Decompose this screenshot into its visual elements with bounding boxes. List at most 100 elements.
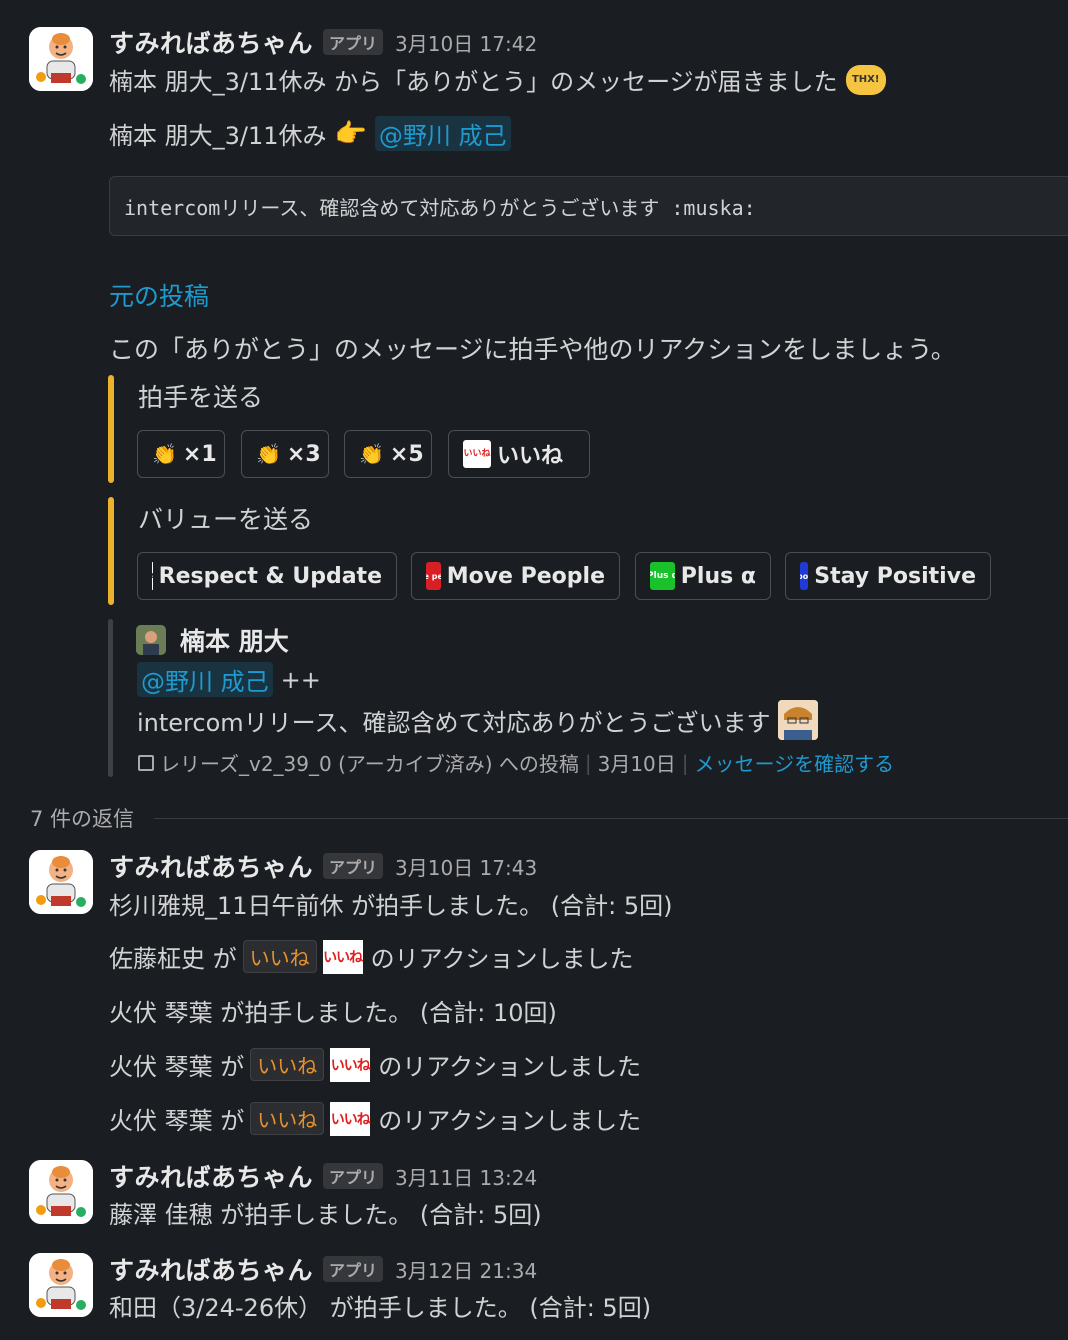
bot-avatar[interactable]: [29, 850, 93, 914]
thx-emoji-icon: THX!: [845, 64, 886, 95]
bot-avatar[interactable]: [29, 1160, 93, 1224]
iine-label: いいね: [497, 444, 564, 469]
iine-emoji-icon: いいね: [330, 1047, 371, 1082]
respect-update-emoji-icon: Respect & Update: [152, 562, 153, 590]
reply-line: 藤澤 佳穂 が拍手しました。 (合計: 5回): [109, 1195, 542, 1230]
message-timestamp[interactable]: 3月12日 21:34: [395, 1255, 537, 1284]
respect-update-button[interactable]: Respect & Update Respect & Update: [137, 552, 397, 600]
clap-x5-button[interactable]: 👏 ×5: [344, 430, 432, 478]
clap-icon: 👏: [152, 442, 177, 466]
message-timestamp[interactable]: 3月10日 17:42: [395, 28, 537, 57]
reply-text: 火伏 琴葉 が拍手しました。 (合計: 10回): [109, 999, 557, 1027]
quote-text: intercomリリース、確認含めて対応ありがとうございます: [137, 708, 771, 737]
app-badge: アプリ: [323, 1256, 384, 1282]
iine-emoji-icon: いいね: [322, 939, 363, 974]
inline-code: いいね: [242, 940, 317, 973]
inline-code: いいね: [250, 1102, 325, 1135]
reply-text: のリアクションしました: [378, 1107, 642, 1135]
footer-date[interactable]: 3月10日: [598, 748, 676, 777]
view-message-link[interactable]: メッセージを確認する: [695, 748, 895, 777]
reply-line: 和田（3/24-26休） が拍手しました。 (合計: 5回): [109, 1288, 651, 1323]
grandma-avatar-icon: [29, 27, 93, 91]
clap-x3-label: ×3: [286, 441, 321, 467]
iine-emoji-icon: いいね: [463, 440, 491, 468]
move-people-emoji-icon: move people: [426, 562, 441, 590]
clap-x1-label: ×1: [182, 441, 217, 467]
original-post-link[interactable]: 元の投稿: [109, 277, 209, 313]
muska-emoji-icon: [778, 700, 819, 740]
clap-x3-button[interactable]: 👏 ×3: [241, 430, 329, 478]
value-section-bar: [108, 497, 114, 605]
reply-text: のリアクションしました: [370, 945, 634, 973]
iine-emoji-icon: いいね: [330, 1101, 371, 1136]
quote-author-avatar[interactable]: [136, 625, 166, 655]
sender-name[interactable]: すみればあちゃん: [109, 848, 313, 884]
quote-author: 楠本 朋大: [136, 622, 289, 658]
clap-x1-button[interactable]: 👏 ×1: [137, 430, 225, 478]
sender-name[interactable]: すみればあちゃん: [109, 1158, 313, 1194]
inline-code: いいね: [250, 1048, 325, 1081]
archive-icon: [138, 754, 154, 771]
grandma-avatar-icon: [29, 850, 93, 914]
app-badge: アプリ: [323, 853, 384, 879]
value-section-title: バリューを送る: [138, 505, 314, 534]
clap-section-bar: [108, 375, 114, 483]
reaction-prompt: この「ありがとう」のメッセージに拍手や他のリアクションをしましょう。: [109, 330, 956, 366]
sender-name[interactable]: すみればあちゃん: [109, 24, 313, 60]
move-people-label: Move People: [446, 563, 605, 589]
quote-mention-line: @野川 成己 ++: [137, 662, 321, 697]
plus-alpha-label: Plus α: [680, 563, 756, 589]
sender-name[interactable]: すみればあちゃん: [109, 1251, 313, 1287]
reply-text: 火伏 琴葉 が: [109, 1053, 245, 1081]
stay-positive-label: Stay Positive: [814, 563, 976, 589]
footer-separator: |: [584, 750, 592, 775]
reply-text: 佐藤柾史 が: [109, 945, 237, 973]
quote-footer: レリーズ_v2_39_0 (アーカイブ済み) への投稿 | 3月10日 | メッ…: [138, 748, 894, 777]
reply-text: 和田（3/24-26休） が拍手しました。 (合計: 5回): [109, 1294, 652, 1322]
reply-text: 火伏 琴葉 が: [109, 1107, 245, 1135]
reply-text: 藤澤 佳穂 が拍手しました。 (合計: 5回): [109, 1201, 542, 1229]
footer-separator: |: [681, 750, 689, 775]
replies-count: 7 件の返信: [30, 807, 135, 831]
original-post-row: 元の投稿: [109, 277, 209, 313]
reply-text: 杉川雅規_11日午前休 が拍手しました。 (合計: 5回): [109, 892, 673, 920]
quote-text-line: intercomリリース、確認含めて対応ありがとうございます: [137, 700, 819, 740]
reply-text: のリアクションしました: [378, 1053, 642, 1081]
quote-bar: [108, 619, 113, 777]
bot-avatar[interactable]: [29, 27, 93, 91]
replies-divider: 7 件の返信: [30, 803, 1068, 833]
footer-channel[interactable]: レリーズ_v2_39_0 (アーカイブ済み) への投稿: [160, 748, 579, 777]
pointing-hand-icon: 👉: [334, 118, 367, 149]
message-timestamp[interactable]: 3月11日 13:24: [395, 1162, 537, 1191]
message-intro: 楠本 朋大_3/11休み から「ありがとう」のメッセージが届きました THX!: [109, 62, 886, 97]
plus-alpha-emoji-icon: Plus α: [650, 562, 675, 590]
iine-button[interactable]: いいね いいね: [448, 430, 590, 478]
reply-line: 杉川雅規_11日午前休 が拍手しました。 (合計: 5回): [109, 886, 673, 921]
reply-line: 佐藤柾史 が いいね いいね のリアクションしました: [109, 939, 633, 974]
grandma-avatar-icon: [29, 1253, 93, 1317]
stay-positive-button[interactable]: stay positive Stay Positive: [785, 552, 991, 600]
mention-link[interactable]: @野川 成己: [374, 116, 511, 151]
reaction-prompt-text: この「ありがとう」のメッセージに拍手や他のリアクションをしましょう。: [109, 335, 956, 364]
app-badge: アプリ: [323, 1163, 384, 1189]
app-badge: アプリ: [323, 29, 384, 55]
reply-line: 火伏 琴葉 が いいね いいね のリアクションしました: [109, 1101, 641, 1136]
quote-author-name[interactable]: 楠本 朋大: [180, 622, 289, 658]
reply-line: 火伏 琴葉 が いいね いいね のリアクションしました: [109, 1047, 641, 1082]
message-timestamp[interactable]: 3月10日 17:43: [395, 852, 537, 881]
bot-avatar[interactable]: [29, 1253, 93, 1317]
stay-positive-emoji-icon: stay positive: [800, 562, 809, 590]
quote-mention-link[interactable]: @野川 成己: [137, 662, 273, 697]
intro-text: 楠本 朋大_3/11休み から「ありがとう」のメッセージが届きました: [109, 68, 838, 96]
clap-icon: 👏: [359, 442, 384, 466]
quote-suffix: ++: [280, 665, 321, 694]
divider-rule: [154, 817, 1068, 819]
from-name: 楠本 朋大_3/11休み: [109, 122, 327, 150]
plus-alpha-button[interactable]: Plus α Plus α: [635, 552, 771, 600]
move-people-button[interactable]: move people Move People: [411, 552, 620, 600]
code-block: intercomリリース、確認含めて対応ありがとうございます :muska:: [109, 176, 1068, 236]
clap-icon: 👏: [256, 442, 281, 466]
respect-update-label: Respect & Update: [158, 563, 382, 589]
grandma-avatar-icon: [29, 1160, 93, 1224]
from-to-line: 楠本 朋大_3/11休み 👉 @野川 成己: [109, 116, 511, 151]
